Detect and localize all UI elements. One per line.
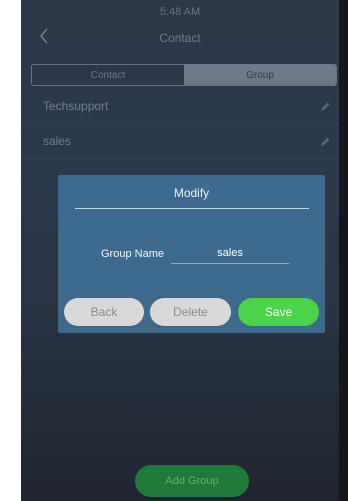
group-name-input[interactable]: sales <box>171 242 289 264</box>
group-name-label: Group Name <box>101 248 164 260</box>
group-name: Techsupport <box>43 99 109 113</box>
pencil-icon[interactable] <box>319 100 331 112</box>
page-title: Contact <box>159 31 201 45</box>
add-group-button[interactable]: Add Group <box>135 465 249 497</box>
status-time: 5:48 AM <box>159 6 201 18</box>
back-button[interactable]: Back <box>64 298 144 326</box>
tab-contact[interactable]: Contact <box>32 65 184 85</box>
list-item[interactable]: sales <box>21 125 339 160</box>
list-item[interactable]: Techsupport <box>21 90 339 125</box>
save-button[interactable]: Save <box>238 298 319 326</box>
pencil-icon[interactable] <box>319 135 331 147</box>
modify-dialog: Modify Group Name sales Back Delete Save <box>58 175 325 333</box>
tab-group[interactable]: Group <box>184 65 336 85</box>
delete-button[interactable]: Delete <box>150 298 231 326</box>
segmented-control: Contact Group <box>31 64 337 86</box>
dialog-title: Modify <box>173 186 210 200</box>
group-name: sales <box>43 134 72 148</box>
divider <box>75 208 309 209</box>
